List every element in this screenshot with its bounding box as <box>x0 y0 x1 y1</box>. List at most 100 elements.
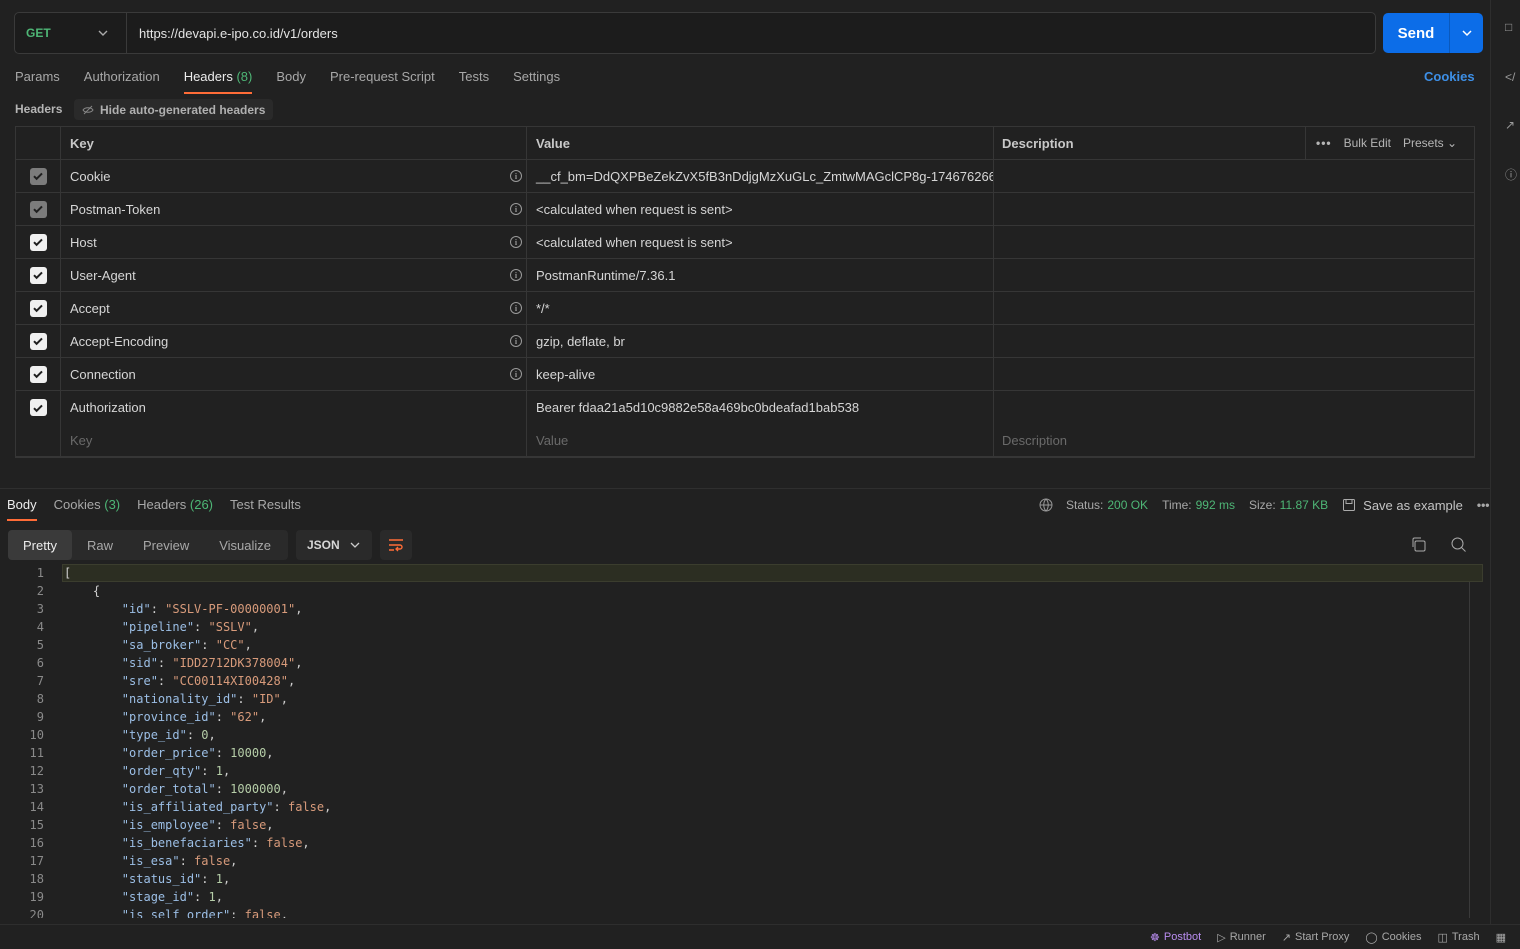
view-raw[interactable]: Raw <box>72 530 128 560</box>
info-icon[interactable]: i <box>510 170 522 182</box>
search-icon[interactable] <box>1450 536 1467 556</box>
globe-icon[interactable] <box>1038 497 1054 513</box>
tab-tests[interactable]: Tests <box>459 69 489 91</box>
start-proxy-button[interactable]: ↗ Start Proxy <box>1282 931 1350 944</box>
check-icon <box>33 370 43 379</box>
postbot-button[interactable]: ☸ Postbot <box>1150 931 1201 944</box>
info-icon[interactable]: i <box>510 203 522 215</box>
header-value[interactable]: <calculated when request is sent> <box>536 202 733 217</box>
line-number: 11 <box>29 746 44 760</box>
url-input[interactable]: https://devapi.e-ipo.co.id/v1/orders <box>127 26 338 41</box>
header-key[interactable]: Authorization <box>70 400 146 415</box>
response-tab-cookies[interactable]: Cookies (3) <box>54 497 120 519</box>
header-value[interactable]: */* <box>536 301 550 316</box>
cookies-link[interactable]: Cookies <box>1424 69 1475 84</box>
header-key[interactable]: Accept <box>70 301 110 316</box>
header-description[interactable] <box>994 160 1474 192</box>
header-value[interactable]: __cf_bm=DdQXPBeZekZvX5fB3nDdjgMzXuGLc_Zm… <box>536 169 993 184</box>
row-checkbox[interactable] <box>29 233 47 251</box>
tab-authorization[interactable]: Authorization <box>84 69 160 91</box>
header-description[interactable] <box>994 325 1474 357</box>
header-key[interactable]: Cookie <box>70 169 110 184</box>
line-number: 4 <box>36 620 44 634</box>
send-options-button[interactable] <box>1450 13 1483 53</box>
header-description[interactable] <box>994 259 1474 291</box>
layout-icon[interactable]: ▦ <box>1496 931 1506 944</box>
header-description[interactable] <box>994 226 1474 258</box>
header-value[interactable]: PostmanRuntime/7.36.1 <box>536 268 675 283</box>
bulk-edit-button[interactable]: Bulk Edit <box>1344 136 1391 150</box>
hide-auto-headers-button[interactable]: Hide auto-generated headers <box>74 99 274 120</box>
check-icon <box>33 238 43 247</box>
value-input[interactable]: Value <box>536 433 568 448</box>
header-value[interactable]: keep-alive <box>536 367 595 382</box>
header-value[interactable]: Bearer fdaa21a5d10c9882e58a469bc0bdeafad… <box>536 400 859 415</box>
format-label: JSON <box>307 538 340 552</box>
tab-headers[interactable]: Headers (8) <box>183 69 252 94</box>
response-tab-headers[interactable]: Headers (26) <box>137 497 213 519</box>
row-checkbox[interactable] <box>29 365 47 383</box>
response-tab-test-results[interactable]: Test Results <box>230 497 301 519</box>
save-as-example-button[interactable]: Save as example <box>1363 498 1463 513</box>
header-key[interactable]: Accept-Encoding <box>70 334 168 349</box>
header-description[interactable] <box>994 391 1474 424</box>
tab-label: Pre-request Script <box>329 69 435 84</box>
row-checkbox[interactable] <box>29 399 47 416</box>
view-visualize[interactable]: Visualize <box>204 530 286 560</box>
row-checkbox[interactable] <box>29 200 47 218</box>
wrap-lines-button[interactable] <box>380 530 412 560</box>
runner-button[interactable]: ▷ Runner <box>1217 931 1266 944</box>
trash-button[interactable]: ◫ Trash <box>1437 931 1479 944</box>
row-checkbox[interactable] <box>29 167 47 185</box>
tab-body[interactable]: Body <box>276 69 306 91</box>
code-icon[interactable]: </ <box>1505 70 1515 84</box>
related-icon[interactable]: ↗ <box>1505 118 1515 132</box>
presets-button[interactable]: Presets ⌄ <box>1403 136 1457 150</box>
header-key[interactable]: Connection <box>70 367 136 382</box>
view-preview[interactable]: Preview <box>128 530 204 560</box>
tab-settings[interactable]: Settings <box>513 69 560 91</box>
comments-icon[interactable]: □ <box>1505 20 1512 34</box>
header-description[interactable] <box>994 358 1474 390</box>
header-value[interactable]: gzip, deflate, br <box>536 334 625 349</box>
info-icon[interactable]: i <box>510 236 522 248</box>
header-key[interactable]: Postman-Token <box>70 202 160 217</box>
header-value[interactable]: <calculated when request is sent> <box>536 235 733 250</box>
table-row: Accept i */* <box>16 292 1474 325</box>
time-value[interactable]: 992 ms <box>1196 498 1235 512</box>
editor-scrollbar[interactable] <box>1469 582 1470 918</box>
info-icon[interactable]: i <box>510 302 522 314</box>
response-body-editor[interactable]: 1 [2 {3 "id": "SSLV-PF-00000001", 4 "pipel… <box>0 564 1484 918</box>
tab-params[interactable]: Params <box>15 69 60 91</box>
description-input[interactable]: Description <box>1002 433 1067 448</box>
key-input[interactable]: Key <box>70 433 92 448</box>
size-value[interactable]: 11.87 KB <box>1280 498 1328 512</box>
table-row: Connection i keep-alive <box>16 358 1474 391</box>
row-checkbox[interactable] <box>29 266 47 284</box>
view-pretty[interactable]: Pretty <box>8 530 72 560</box>
header-description[interactable] <box>994 193 1474 225</box>
copy-icon[interactable] <box>1410 536 1427 556</box>
info-icon[interactable]: i <box>510 335 522 347</box>
info-icon[interactable]: ⓘ <box>1505 166 1517 183</box>
response-tab-body[interactable]: Body <box>7 497 37 521</box>
more-icon[interactable]: ••• <box>1316 136 1332 150</box>
header-key[interactable]: Host <box>70 235 97 250</box>
info-icon[interactable]: i <box>510 368 522 380</box>
send-button[interactable]: Send <box>1383 13 1483 53</box>
row-checkbox[interactable] <box>29 332 47 350</box>
info-icon[interactable]: i <box>510 269 522 281</box>
more-icon[interactable]: ••• <box>1477 498 1490 512</box>
header-description[interactable] <box>994 292 1474 324</box>
header-key[interactable]: User-Agent <box>70 268 136 283</box>
request-tabs: Params Authorization Headers (8) Body Pr… <box>15 69 584 94</box>
tab-pre-request-script[interactable]: Pre-request Script <box>330 69 435 91</box>
method-select[interactable]: GET <box>15 13 127 53</box>
line-number: 1 <box>36 566 44 580</box>
row-checkbox[interactable] <box>29 299 47 317</box>
tab-label: Cookies <box>53 497 101 512</box>
pane-divider[interactable] <box>0 488 1490 489</box>
cookies-button[interactable]: ◯ Cookies <box>1365 931 1421 944</box>
status-value[interactable]: 200 OK <box>1107 498 1148 512</box>
format-select[interactable]: JSON <box>296 530 372 560</box>
